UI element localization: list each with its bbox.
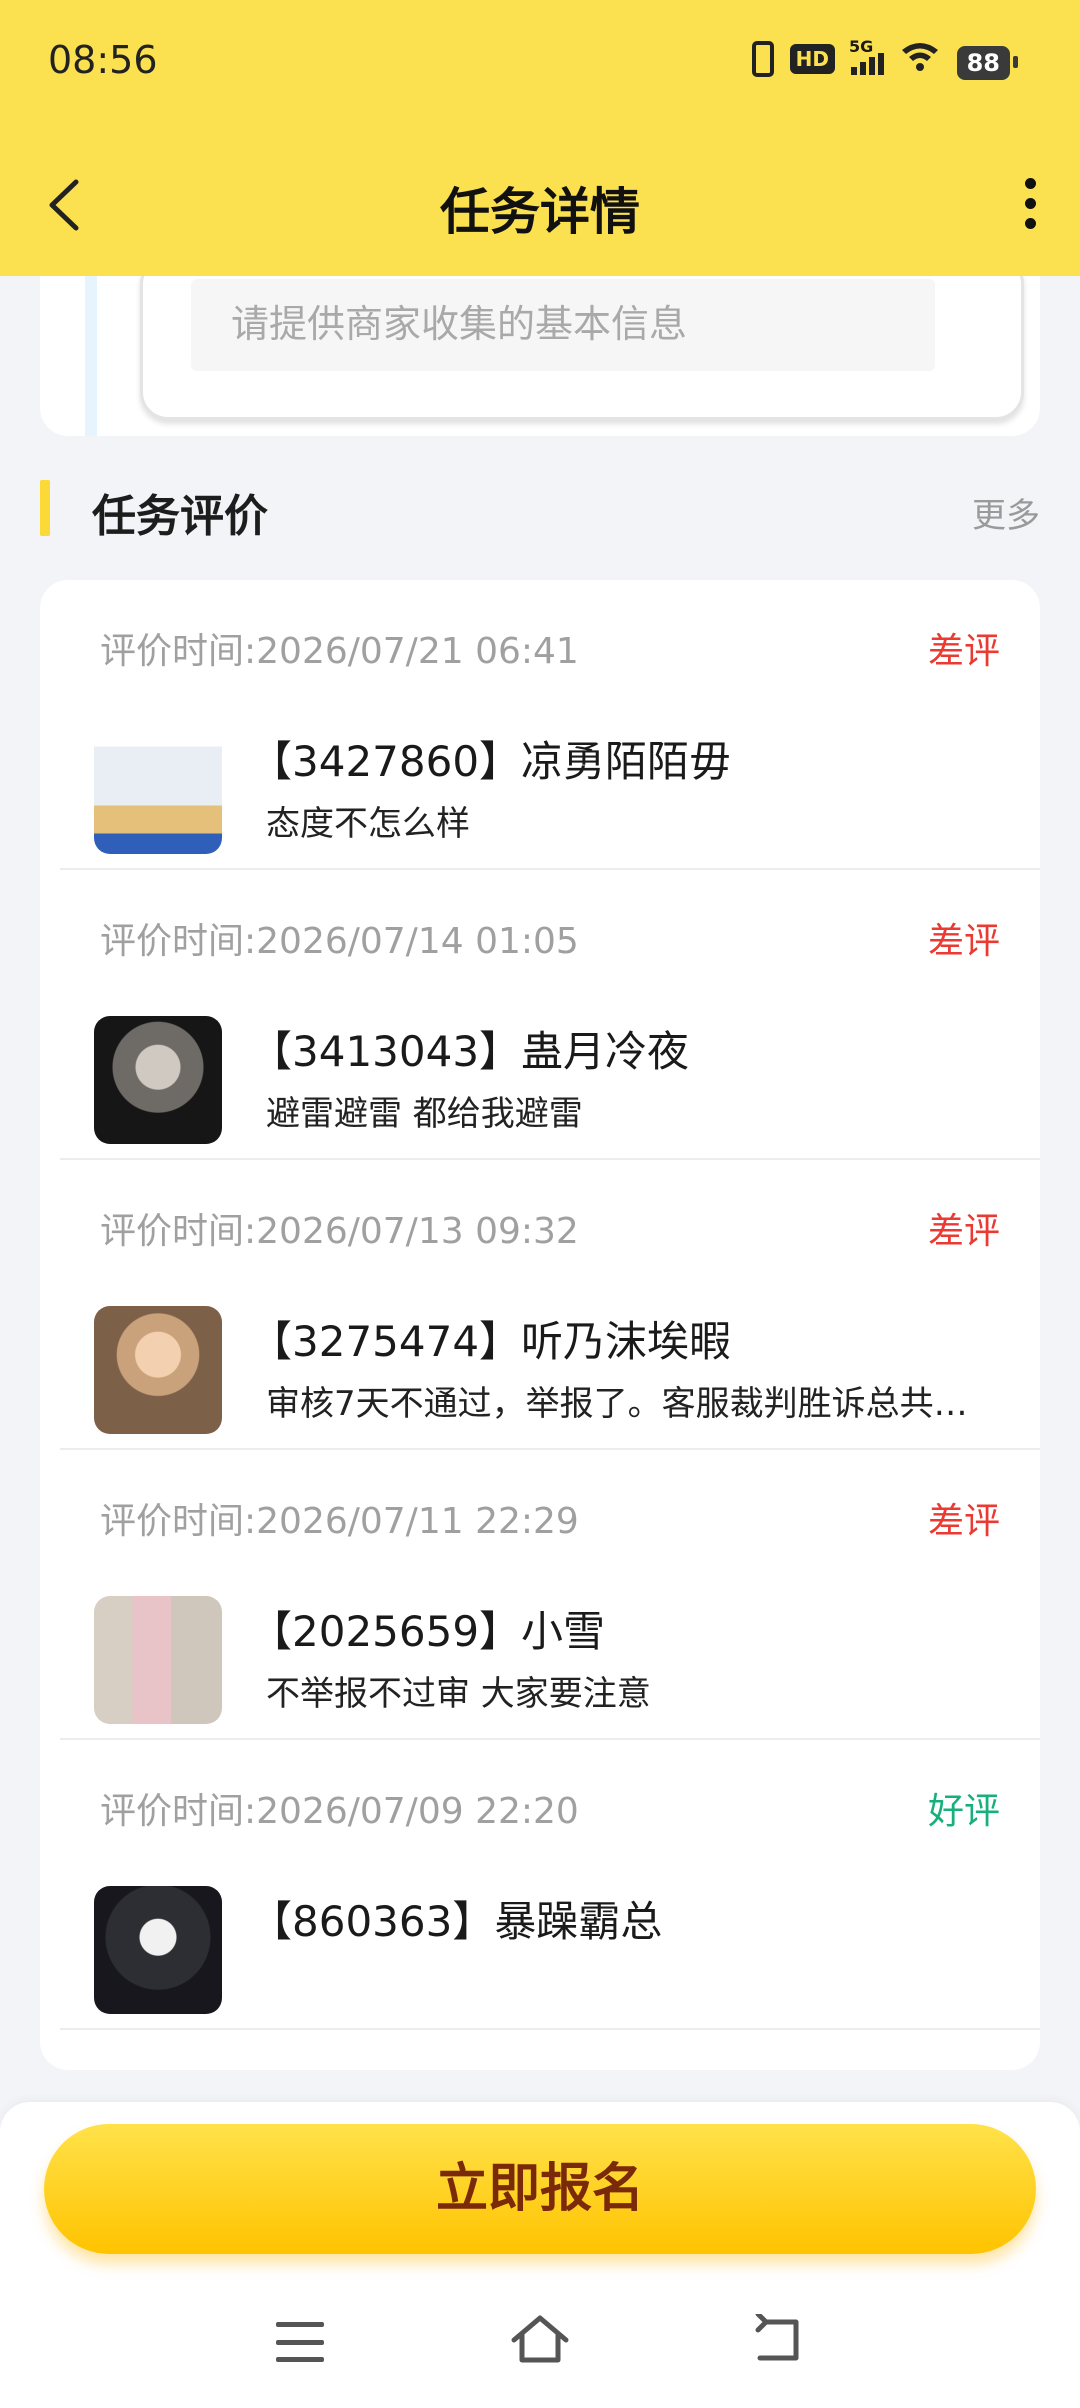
review-time: 评价时间:2026/07/14 01:05 xyxy=(100,921,579,962)
review-comment: 态度不怎么样 xyxy=(266,804,470,844)
avatar[interactable] xyxy=(94,1306,222,1434)
signup-button[interactable]: 立即报名 xyxy=(44,2124,1036,2254)
hd-badge: HD xyxy=(789,43,835,74)
review-item[interactable]: 评价时间:2026/07/21 06:41 差评 【3427860】凉勇陌陌毋 … xyxy=(60,580,1040,870)
review-time: 评价时间:2026/07/09 22:20 xyxy=(100,1791,579,1832)
review-item[interactable]: 评价时间:2026/07/14 01:05 差评 【3413043】蛊月冷夜 避… xyxy=(60,870,1040,1160)
merchant-info-input[interactable]: 请提供商家收集的基本信息 xyxy=(191,279,935,371)
vibrate-icon xyxy=(751,40,774,77)
review-comment: 避雷避雷 都给我避雷 xyxy=(266,1094,583,1134)
timeline-stripe xyxy=(85,276,97,436)
review-item[interactable]: 评价时间:2026/07/13 09:32 差评 【3275474】听乃沫埃暇 … xyxy=(60,1160,1040,1450)
status-icons: HD 5G xyxy=(751,37,940,77)
more-options-icon[interactable] xyxy=(1000,158,1060,248)
review-rating-badge: 差评 xyxy=(927,1501,1000,1542)
section-accent-bar xyxy=(40,480,50,536)
avatar[interactable] xyxy=(94,1016,222,1144)
status-bar: 08:56 HD 5G 88 xyxy=(0,0,1080,130)
review-rating-badge: 差评 xyxy=(927,921,1000,962)
recent-apps-icon[interactable] xyxy=(276,2322,324,2362)
reviewer-name: 【3427860】凉勇陌陌毋 xyxy=(250,737,732,786)
review-time: 评价时间:2026/07/21 06:41 xyxy=(100,631,579,672)
review-item[interactable]: 评价时间:2026/07/11 22:29 差评 【2025659】小雪 不举报… xyxy=(60,1450,1040,1740)
network-type-label: 5G xyxy=(849,36,874,56)
reviewer-name: 【2025659】小雪 xyxy=(250,1607,606,1656)
review-comment: 不举报不过审 大家要注意 xyxy=(266,1674,651,1714)
battery-indicator: 88 xyxy=(956,46,1019,80)
reviews-list: 评价时间:2026/07/21 06:41 差评 【3427860】凉勇陌陌毋 … xyxy=(40,580,1040,2070)
status-time: 08:56 xyxy=(48,38,158,82)
review-time: 评价时间:2026/07/11 22:29 xyxy=(100,1501,579,1542)
system-navigation-bar xyxy=(0,2292,1080,2402)
review-rating-badge: 好评 xyxy=(927,1791,1000,1832)
review-rating-badge: 差评 xyxy=(927,1211,1000,1252)
review-item[interactable]: 评价时间:2026/07/09 22:20 好评 【860363】暴躁霸总 xyxy=(60,1740,1040,2030)
reviews-section-header: 任务评价 更多 xyxy=(0,470,1080,550)
avatar[interactable] xyxy=(94,1596,222,1724)
info-request-box: 请提供商家收集的基本信息 xyxy=(140,276,1024,420)
reviewer-name: 【3275474】听乃沫埃暇 xyxy=(250,1317,732,1366)
signal-icon: 5G xyxy=(849,37,884,75)
avatar[interactable] xyxy=(94,1886,222,2014)
wifi-icon xyxy=(900,40,940,77)
reviewer-name: 【860363】暴躁霸总 xyxy=(250,1897,663,1946)
reviews-section-title: 任务评价 xyxy=(92,491,268,542)
avatar[interactable] xyxy=(94,726,222,854)
review-time: 评价时间:2026/07/13 09:32 xyxy=(100,1211,579,1252)
home-icon[interactable] xyxy=(508,2312,572,2368)
reviewer-name: 【3413043】蛊月冷夜 xyxy=(250,1027,690,1076)
page-title: 任务详情 xyxy=(440,183,640,241)
merchant-info-placeholder: 请提供商家收集的基本信息 xyxy=(231,302,688,346)
bottom-action-bar: 立即报名 xyxy=(0,2102,1080,2408)
reviews-more-link[interactable]: 更多 xyxy=(972,488,1040,537)
review-comment: 审核7天不通过，举报了。客服裁判胜诉总共… xyxy=(266,1384,968,1424)
task-info-card: 请提供商家收集的基本信息 xyxy=(40,276,1040,436)
system-back-icon[interactable] xyxy=(752,2311,808,2366)
review-rating-badge: 差评 xyxy=(927,631,1000,672)
top-navigation-bar: 任务详情 xyxy=(0,130,1080,276)
